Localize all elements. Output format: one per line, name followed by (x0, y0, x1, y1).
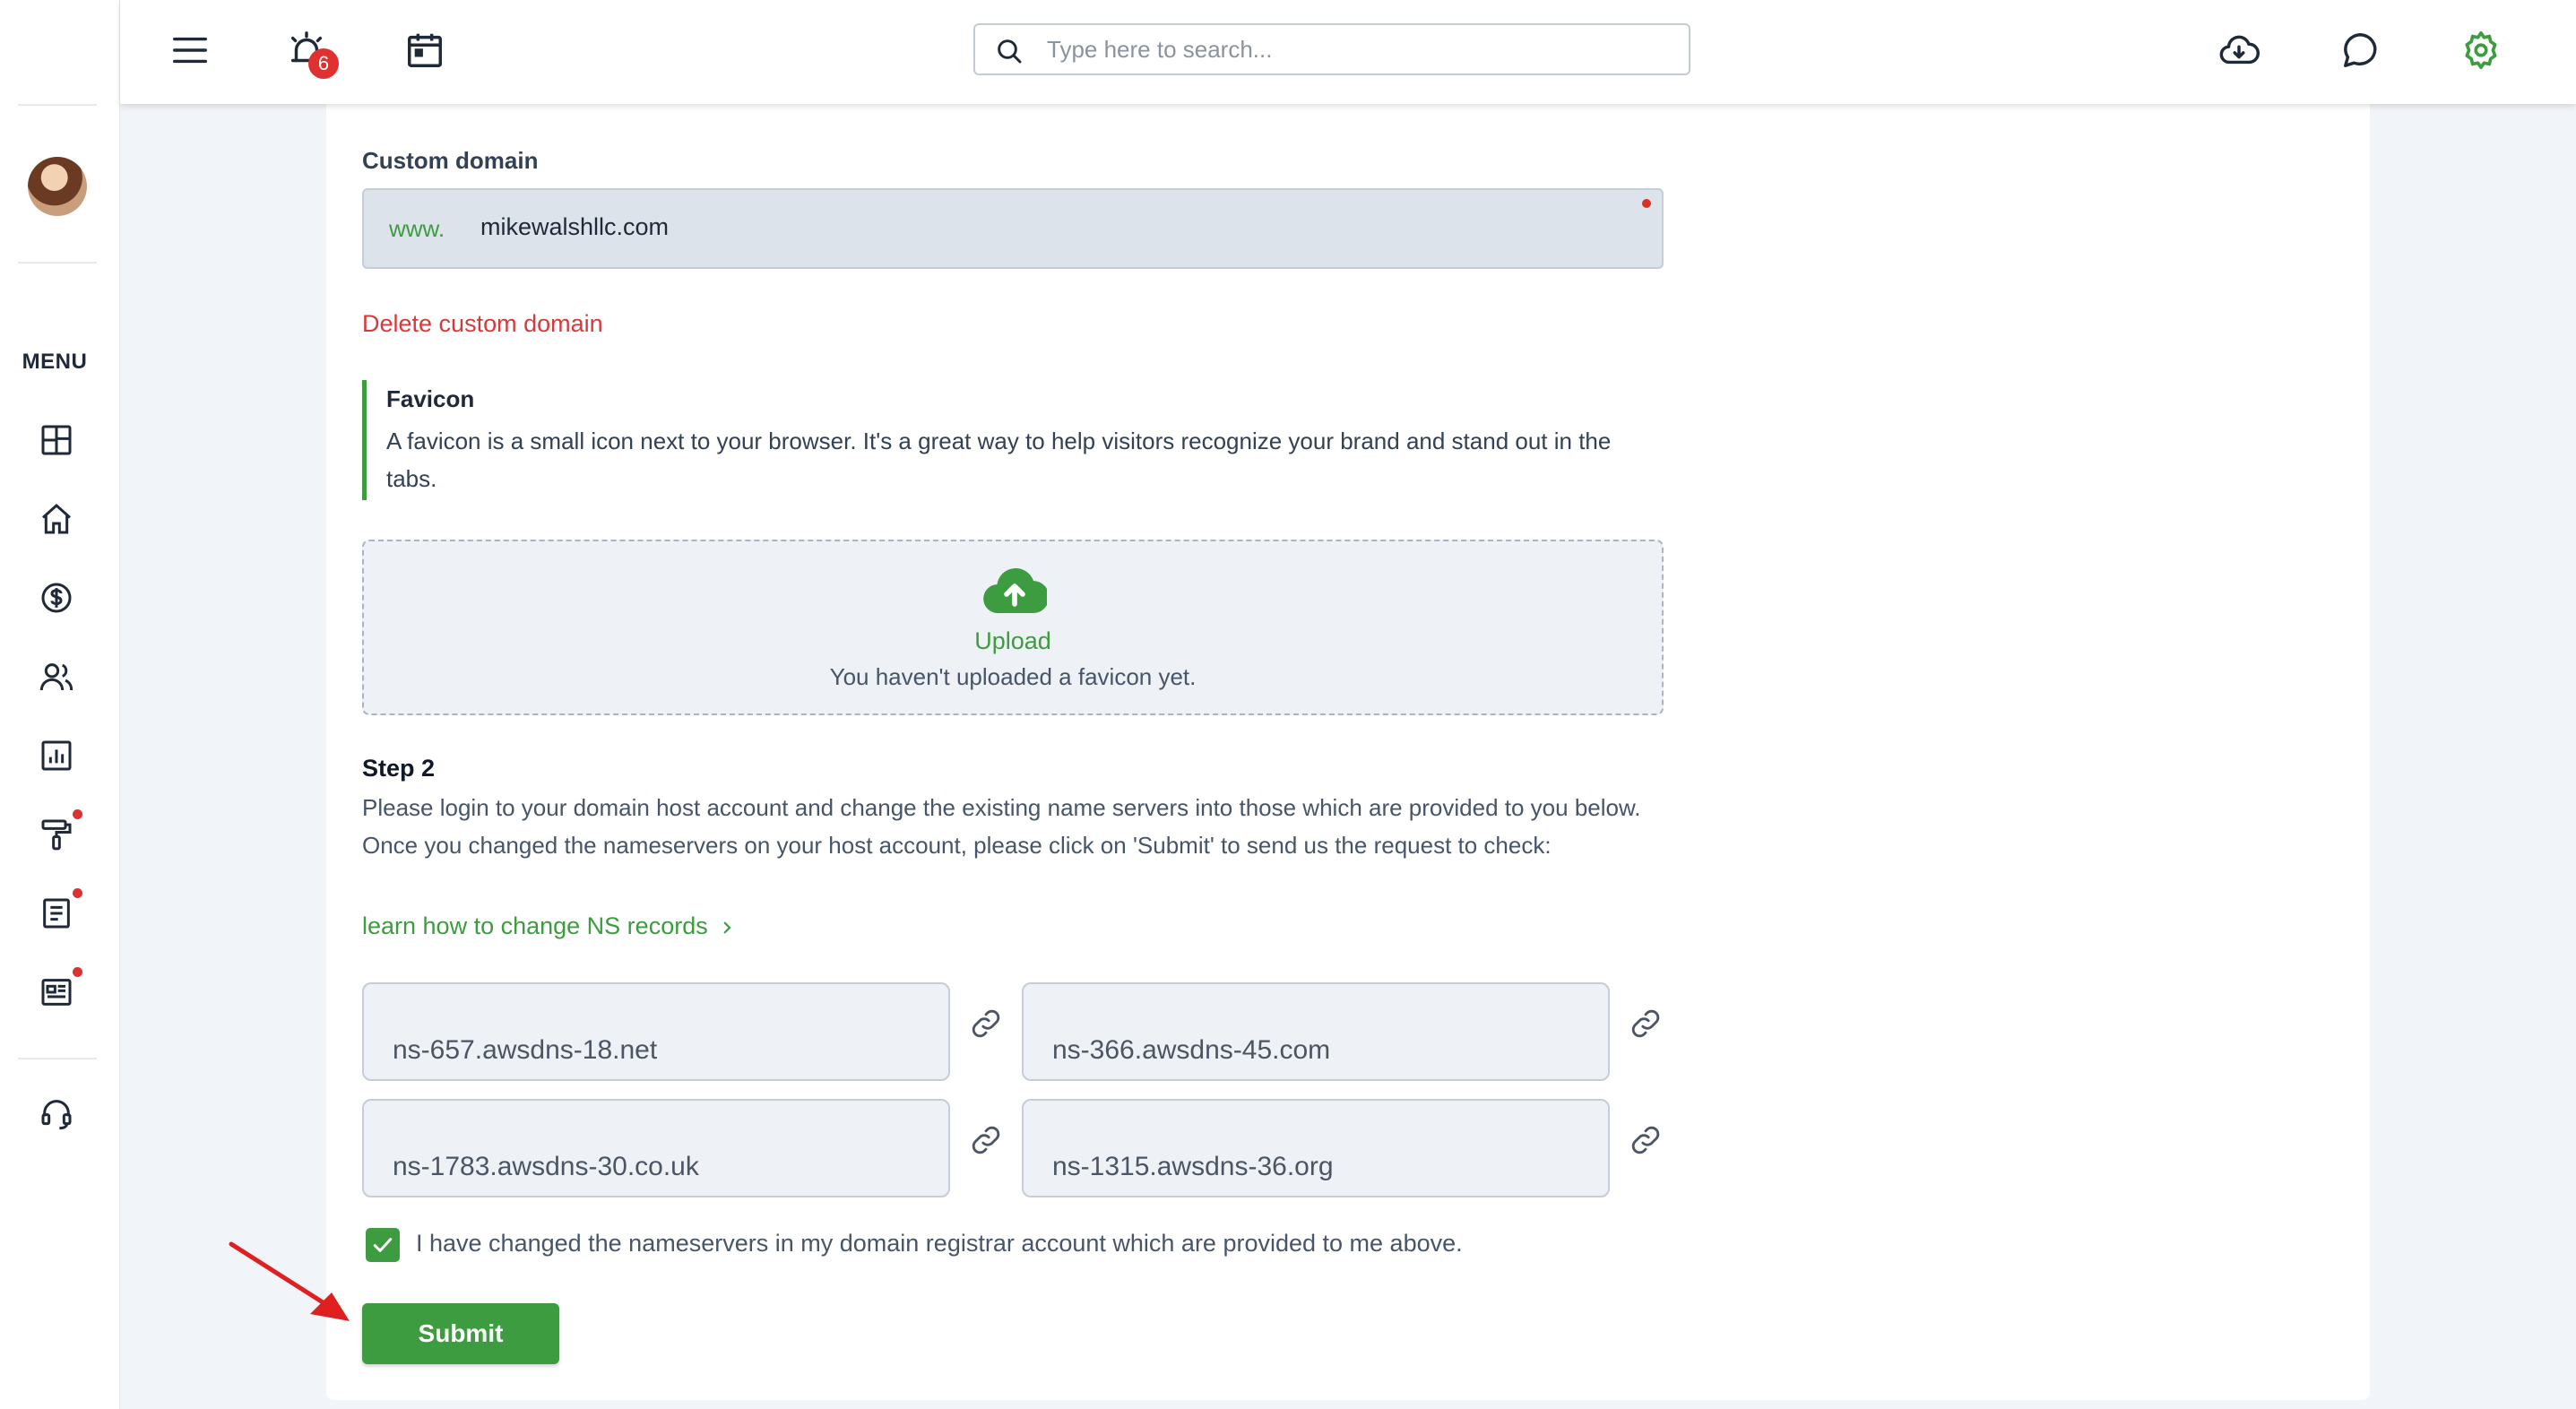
notification-dot (73, 888, 82, 898)
step-2-description: Please login to your domain host account… (362, 794, 1641, 859)
required-indicator (1642, 199, 1651, 208)
menu-label: MENU (22, 350, 88, 374)
delete-custom-domain-link[interactable]: Delete custom domain (362, 310, 603, 338)
submit-button[interactable]: Submit (362, 1303, 559, 1364)
download-button[interactable] (2214, 25, 2264, 75)
sidebar-item-payments[interactable] (33, 575, 80, 621)
link-icon (1631, 1009, 1660, 1038)
domain-settings-card: Custom domain www. mikewalshllc.com Dele… (326, 104, 2370, 1400)
chart-icon (41, 740, 72, 771)
top-header: 6 (120, 0, 2576, 104)
document-icon (43, 898, 70, 929)
dashboard-icon (41, 425, 72, 455)
cloud-download-icon (2219, 35, 2260, 65)
sidebar-item-reports[interactable] (33, 732, 80, 779)
newspaper-icon (41, 979, 72, 1006)
nameserver-field-1[interactable] (362, 982, 950, 1081)
users-icon (39, 663, 73, 691)
domain-prefix: www. (389, 215, 445, 242)
search-input[interactable] (1047, 32, 1665, 66)
sidebar-divider (18, 262, 97, 264)
copy-nameserver-button[interactable] (966, 1004, 1006, 1043)
nameservers-changed-checkbox[interactable] (366, 1228, 400, 1262)
link-icon (972, 1126, 1000, 1154)
nameserver-field-3[interactable] (362, 1099, 950, 1197)
annotation-arrow (229, 1241, 350, 1321)
menu-toggle-button[interactable] (165, 25, 215, 75)
gear-icon (2465, 31, 2497, 69)
copy-nameserver-button[interactable] (1626, 1120, 1665, 1160)
learn-ns-records-link[interactable]: learn how to change NS records (362, 912, 735, 940)
sidebar-item-design[interactable] (33, 811, 80, 858)
avatar[interactable] (28, 157, 87, 216)
nameserver-input[interactable] (1052, 1151, 1590, 1183)
hamburger-icon (173, 37, 207, 64)
cloud-upload-icon (983, 567, 1047, 614)
copy-nameserver-button[interactable] (1626, 1004, 1665, 1043)
sidebar-item-pages[interactable] (33, 890, 80, 937)
settings-button[interactable] (2456, 25, 2506, 75)
support-icon (41, 1100, 72, 1130)
sidebar-item-support[interactable] (33, 1090, 80, 1137)
favicon-info: Favicon A favicon is a small icon next t… (362, 380, 1664, 500)
sidebar-item-users[interactable] (33, 653, 80, 700)
dollar-icon (41, 583, 72, 613)
nameserver-field-4[interactable] (1022, 1099, 1610, 1197)
upload-label: Upload (974, 627, 1051, 654)
favicon-title: Favicon (386, 385, 475, 412)
step-2-title: Step 2 (362, 755, 436, 782)
sidebar-item-dashboard[interactable] (33, 417, 80, 463)
nameserver-input[interactable] (1052, 1034, 1590, 1067)
sidebar-divider (18, 104, 97, 106)
sidebar-item-blog[interactable] (33, 969, 80, 1016)
copy-nameserver-button[interactable] (966, 1120, 1006, 1160)
link-icon (972, 1009, 1000, 1038)
chat-bubble-icon (2344, 33, 2377, 67)
favicon-description: A favicon is a small icon next to your b… (386, 428, 1612, 492)
checkmark-icon (373, 1238, 393, 1252)
sidebar: MENU (0, 0, 120, 1409)
custom-domain-value: mikewalshllc.com (480, 213, 670, 240)
notification-dot (73, 809, 82, 819)
paint-roller-icon (41, 819, 72, 851)
nameserver-input[interactable] (393, 1034, 930, 1067)
favicon-upload-dropzone[interactable]: Upload You haven't uploaded a favicon ye… (362, 540, 1664, 715)
sidebar-divider (18, 1058, 97, 1059)
chat-button[interactable] (2336, 25, 2386, 75)
notification-dot (73, 967, 82, 977)
sidebar-item-home[interactable] (33, 496, 80, 542)
learn-link-text: learn how to change NS records (362, 912, 708, 939)
search-box[interactable] (973, 23, 1690, 75)
custom-domain-label: Custom domain (362, 147, 539, 174)
nameservers-changed-label[interactable]: I have changed the nameservers in my dom… (416, 1230, 1463, 1258)
calendar-button[interactable] (400, 25, 450, 75)
notification-count-badge: 6 (308, 48, 339, 79)
chevron-right-icon (723, 921, 731, 934)
search-icon (998, 39, 1022, 64)
calendar-icon (408, 33, 442, 67)
custom-domain-field[interactable]: www. mikewalshllc.com (362, 188, 1664, 269)
upload-hint: You haven't uploaded a favicon yet. (829, 663, 1197, 690)
link-icon (1631, 1126, 1660, 1154)
nameserver-input[interactable] (393, 1151, 930, 1183)
home-icon (42, 503, 71, 534)
nameserver-field-2[interactable] (1022, 982, 1610, 1081)
